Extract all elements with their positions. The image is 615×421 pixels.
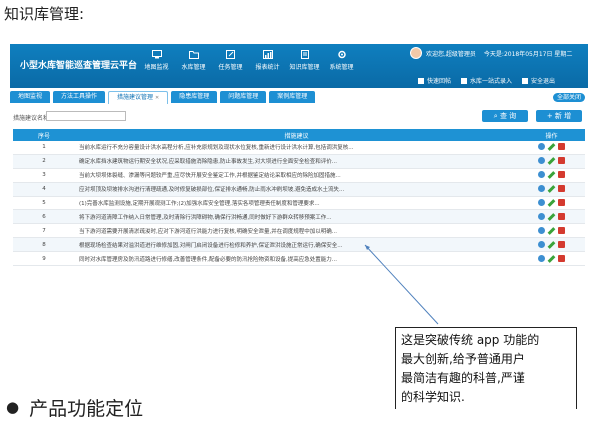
annotation-line: 最简洁有趣的科普,严谨 xyxy=(401,371,525,385)
annotation-line: 的科学知识. xyxy=(401,390,465,404)
annotation-line: 最大创新,给予普通用户 xyxy=(401,352,525,366)
arrow-line xyxy=(364,244,439,325)
subheading-text: 产品功能定位 xyxy=(29,398,144,420)
bullet-icon: ● xyxy=(6,398,20,416)
annotation-box: 这是突破传统 app 功能的 最大创新,给予普通用户 最简洁有趣的科普,严谨 的… xyxy=(395,327,577,409)
document-subheading: ● 产品功能定位 xyxy=(6,394,143,421)
annotation-line: 这是突破传统 app 功能的 xyxy=(401,333,540,347)
